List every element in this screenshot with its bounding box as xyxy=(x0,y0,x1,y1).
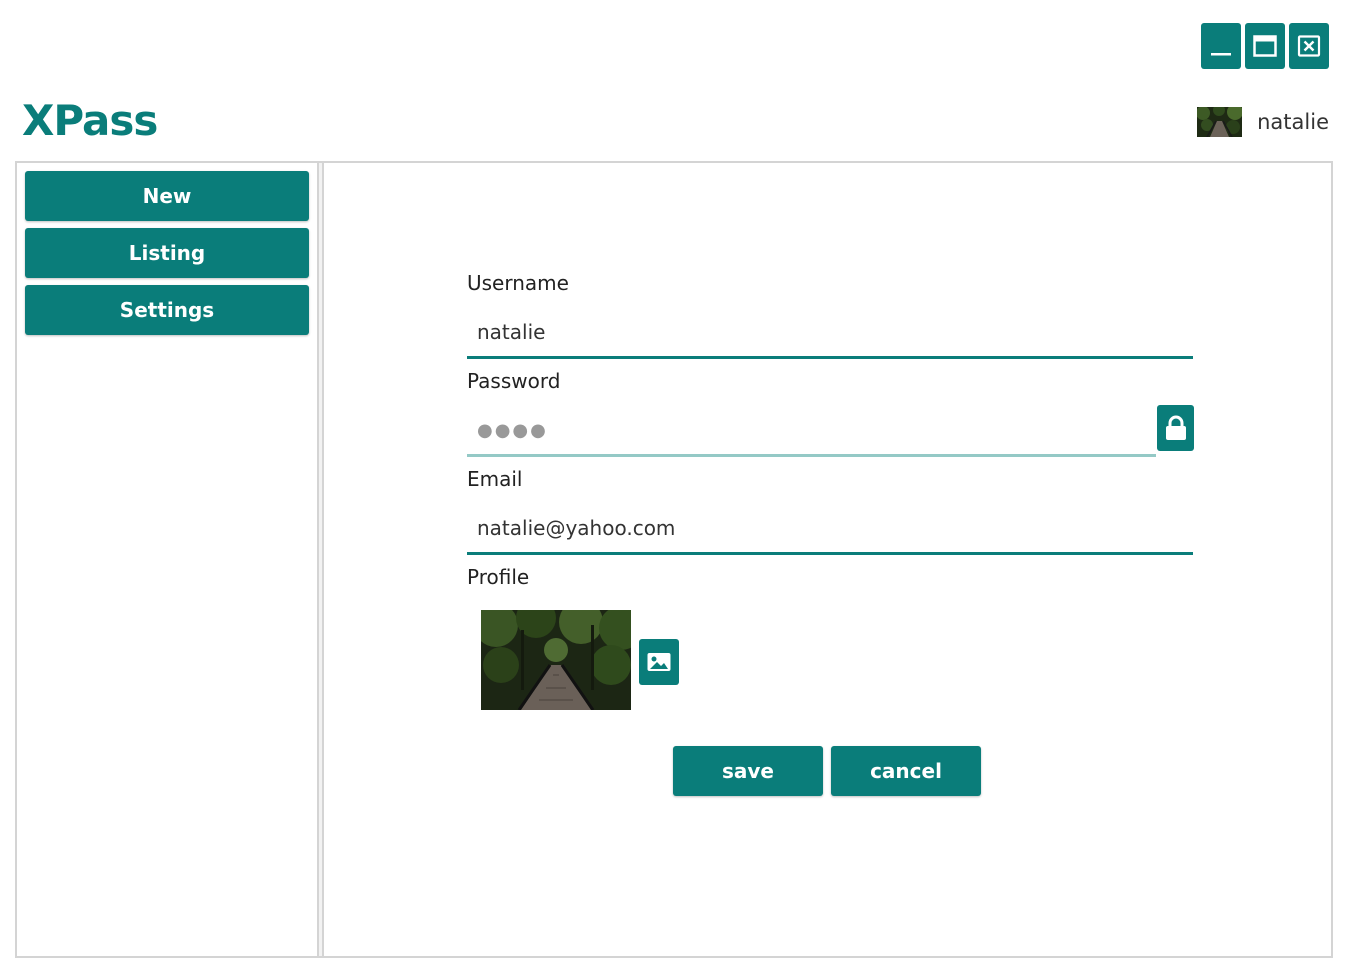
password-label: Password xyxy=(467,369,561,393)
sidebar-item-listing[interactable]: Listing xyxy=(25,228,309,278)
content-panel: Username Password ●●●● Email xyxy=(324,163,1331,956)
minimize-button[interactable] xyxy=(1201,23,1241,69)
username-label: Username xyxy=(467,271,569,295)
main-frame: New Listing Settings Username Password ●… xyxy=(15,161,1333,958)
password-mask: ●●●● xyxy=(477,420,548,441)
save-button[interactable]: save xyxy=(673,746,823,796)
close-button[interactable] xyxy=(1289,23,1329,69)
email-label: Email xyxy=(467,467,523,491)
profile-row xyxy=(467,593,1193,713)
window-controls xyxy=(1201,23,1329,69)
account-form: Username Password ●●●● Email xyxy=(467,267,1194,713)
username-row xyxy=(467,307,1193,362)
cancel-button[interactable]: cancel xyxy=(831,746,981,796)
form-actions: save cancel xyxy=(673,746,981,796)
profile-label: Profile xyxy=(467,565,530,589)
sidebar: New Listing Settings xyxy=(25,171,309,342)
image-icon xyxy=(647,653,671,671)
maximize-button[interactable] xyxy=(1245,23,1285,69)
avatar[interactable] xyxy=(1197,107,1243,137)
change-image-button[interactable] xyxy=(639,639,679,685)
sidebar-item-settings[interactable]: Settings xyxy=(25,285,309,335)
password-row: ●●●● xyxy=(467,405,1194,460)
password-input[interactable]: ●●●● xyxy=(467,405,1156,457)
sidebar-item-new[interactable]: New xyxy=(25,171,309,221)
app-title: XPass xyxy=(22,96,158,145)
username-input[interactable] xyxy=(467,307,1193,359)
user-name: natalie xyxy=(1257,110,1329,134)
password-lock-button[interactable] xyxy=(1157,405,1194,451)
email-row xyxy=(467,503,1193,558)
maximize-icon xyxy=(1253,35,1277,57)
close-icon xyxy=(1297,35,1321,57)
email-input[interactable] xyxy=(467,503,1193,555)
panel-splitter[interactable] xyxy=(317,163,324,956)
lock-icon xyxy=(1165,415,1186,440)
minimize-icon xyxy=(1211,53,1231,56)
user-area: natalie xyxy=(1197,107,1329,137)
profile-image xyxy=(481,610,631,710)
